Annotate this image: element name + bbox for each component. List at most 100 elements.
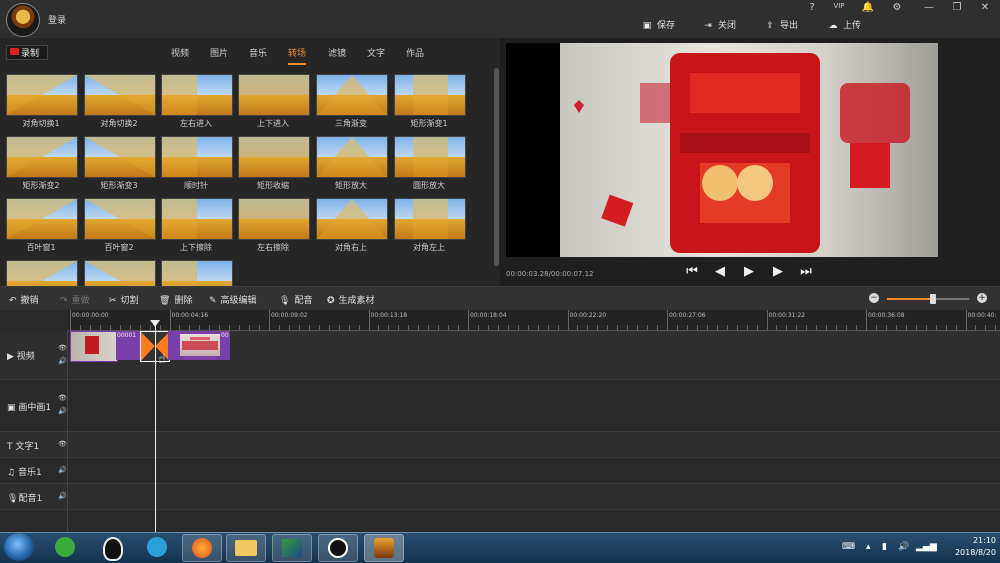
tab-filter[interactable]: 滤镜 [328,46,346,63]
ruler-minor-tick [875,325,877,330]
volume-icon[interactable]: 🔊 [58,357,67,365]
undo-button[interactable]: ↶ 撤销 [9,293,39,306]
ruler-minor-tick [895,325,897,330]
eye-icon[interactable]: 👁 [58,394,67,402]
transition-thumbnail[interactable] [316,136,388,178]
video-clip-3[interactable] [168,331,220,360]
tab-video[interactable]: 视频 [171,46,189,63]
start-button[interactable] [4,533,34,561]
zoom-slider-handle[interactable] [930,294,936,304]
play-icon[interactable]: ▶ [741,264,757,280]
transition-thumbnail[interactable] [238,74,310,116]
transition-thumbnail[interactable] [316,198,388,240]
taskbar-app-explorer[interactable] [226,534,266,562]
ruler-minor-tick [497,325,499,330]
ruler-label: 00:00:40: [967,312,997,319]
eye-icon[interactable]: 👁 [58,440,67,448]
step-forward-icon[interactable]: ▶ [770,264,786,280]
save-button[interactable]: ▣ 保存 [641,18,675,34]
transition-thumbnail[interactable] [238,136,310,178]
transition-thumbnail[interactable] [6,198,78,240]
taskbar-app-qq[interactable] [94,534,132,561]
ruler-minor-tick [388,325,390,330]
tab-works[interactable]: 作品 [406,46,424,63]
system-clock[interactable]: 21:10 2018/8/20 [936,535,996,559]
panel-scrollbar[interactable] [494,68,499,266]
volume-icon[interactable]: 🔊 [58,407,67,415]
transition-thumbnail[interactable] [394,74,466,116]
ruler-minor-tick [975,325,977,330]
volume-icon[interactable]: 🔊 [58,492,67,500]
transition-thumbnail[interactable] [161,136,233,178]
taskbar-app-green[interactable] [46,534,84,560]
transition-thumbnail[interactable] [394,198,466,240]
ruler-minor-tick [239,325,241,330]
video-clip-1[interactable] [70,331,118,362]
playhead[interactable] [155,322,156,532]
step-back-icon[interactable]: ◀ [712,264,728,280]
pencil-icon: ✎ [209,296,217,306]
transition-thumbnail[interactable] [316,74,388,116]
export-button[interactable]: ⇪ 导出 [764,18,798,34]
dub-button[interactable]: 🎙 配音 [279,293,312,306]
video-clip-4[interactable]: 00 [220,331,230,360]
video-clip-2[interactable]: 00001 [116,331,140,360]
taskbar-app-video-editor[interactable] [364,534,404,562]
taskbar-app-media[interactable] [138,534,176,560]
upload-button[interactable]: ☁ 上传 [827,18,862,34]
time-ruler[interactable]: 00:00:00:00 00:00:04:16 00:00:09:02 00:00:1… [68,310,1000,331]
login-link[interactable]: 登录 [48,13,66,26]
redo-button[interactable]: ↷ 重做 [60,293,90,306]
tray-arrow-icon[interactable]: ▴ [866,542,871,552]
cut-button[interactable]: ✂ 切割 [109,293,139,306]
zoom-in-icon[interactable]: + [977,293,987,303]
transition-thumbnail[interactable] [161,260,233,286]
tab-music[interactable]: 音乐 [249,46,267,63]
minimize-icon[interactable]: — [920,2,938,16]
skip-start-icon[interactable]: ⏮ [684,264,700,280]
thumbnail-effect [239,137,309,157]
volume-icon[interactable]: 🔊 [58,466,67,474]
transition-thumbnail[interactable] [84,74,156,116]
bell-icon[interactable]: 🔔 [859,2,877,16]
generate-material-button[interactable]: ✪ 生成素材 [327,293,375,306]
maximize-icon[interactable]: ❐ [948,2,966,16]
battery-icon[interactable]: ▮ [882,542,887,552]
eye-icon[interactable]: 👁 [58,344,67,352]
transition-thumbnail[interactable] [6,260,78,286]
keyboard-icon[interactable]: ⌨ [842,542,855,552]
skip-end-icon[interactable]: ⏭ [798,264,814,280]
avatar[interactable] [6,3,40,37]
transition-thumbnail[interactable] [238,198,310,240]
gear-icon[interactable]: ⚙ [888,2,906,16]
close-window-icon[interactable]: ✕ [976,2,994,16]
taskbar-app-firefox[interactable] [182,534,222,562]
network-icon[interactable]: ▂▄▆ [916,542,937,552]
help-icon[interactable]: ? [803,2,821,16]
transition-thumbnail[interactable] [84,198,156,240]
taskbar-app-editor[interactable] [272,534,312,562]
transition-thumbnail[interactable] [6,74,78,116]
transition-thumbnail[interactable] [161,74,233,116]
tab-transition[interactable]: 转场 [288,46,307,65]
ruler-minor-tick [806,325,808,330]
advanced-edit-button[interactable]: ✎ 高级编辑 [209,293,257,306]
taskbar-app-recorder[interactable] [318,534,358,562]
transition-thumbnail[interactable] [6,136,78,178]
ruler-minor-tick [786,325,788,330]
transition-thumbnail[interactable] [394,136,466,178]
transition-thumbnail[interactable] [84,260,156,286]
volume-tray-icon[interactable]: 🔊 [898,542,909,552]
tab-image[interactable]: 图片 [210,46,228,63]
tab-text[interactable]: 文字 [367,46,385,63]
close-button[interactable]: ⇥ 关闭 [702,18,736,34]
delete-button[interactable]: 🗑 删除 [159,293,192,306]
record-button[interactable]: 录制 [6,45,48,60]
ruler-minor-tick [318,325,320,330]
transition-thumbnail[interactable] [84,136,156,178]
track-label-text: T 文字1 [7,442,40,452]
ruler-minor-tick [119,325,121,330]
vip-icon[interactable]: VIP [830,2,848,16]
transition-thumbnail[interactable] [161,198,233,240]
zoom-out-icon[interactable]: − [869,293,879,303]
